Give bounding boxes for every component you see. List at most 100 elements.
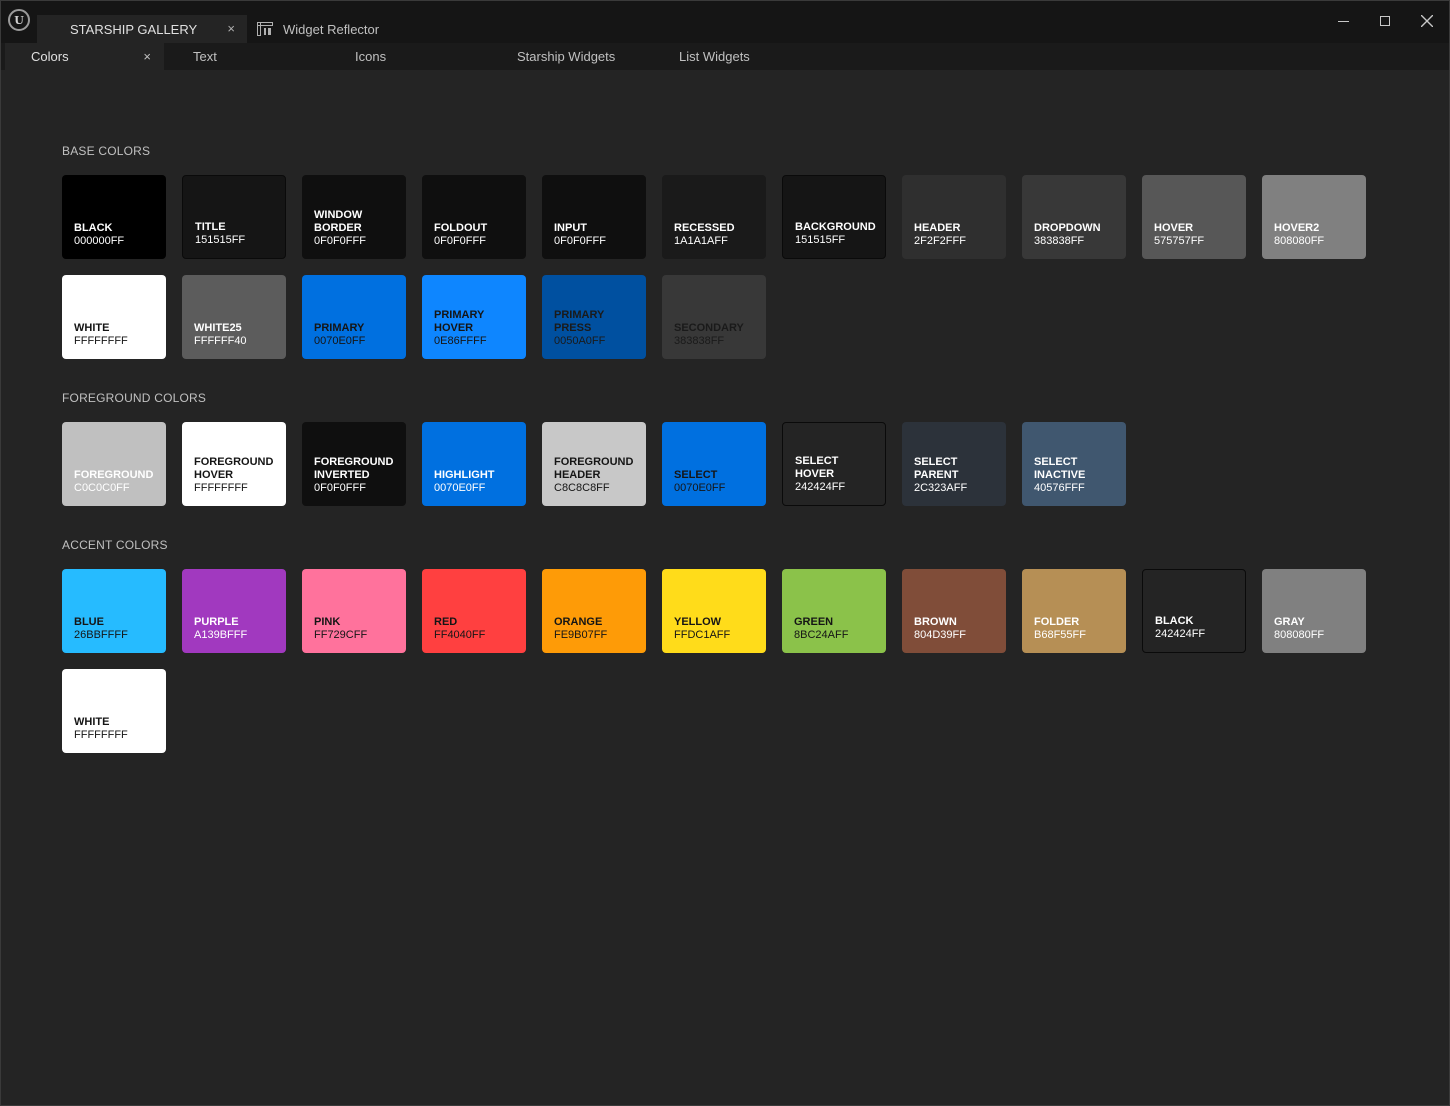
minimize-button[interactable]	[1329, 9, 1357, 33]
swatch-hex: 0070E0FF	[674, 482, 726, 494]
swatch-hex: 40576FFF	[1034, 482, 1085, 494]
swatch-name: PRIMARY	[314, 322, 365, 334]
swatch-name: SELECT INACTIVE	[1034, 456, 1086, 481]
swatch-name: DROPDOWN	[1034, 222, 1101, 234]
color-swatch: SELECT INACTIVE 40576FFF	[1022, 422, 1126, 506]
swatch-label: PRIMARY PRESS 0050A0FF	[554, 309, 605, 348]
swatch-name: BROWN	[914, 616, 957, 628]
swatch-label: BROWN 804D39FF	[914, 616, 966, 642]
swatch-hex: 2C323AFF	[914, 482, 968, 494]
subtab-label: Colors	[31, 49, 69, 64]
swatch-name: GREEN	[794, 616, 834, 628]
swatch-label: SECONDARY 383838FF	[674, 322, 744, 348]
color-swatch: BROWN 804D39FF	[902, 569, 1006, 653]
color-swatch: WHITE FFFFFFFF	[62, 669, 166, 753]
swatch-hex: 151515FF	[195, 234, 246, 246]
swatch-label: PURPLE A139BFFF	[194, 616, 247, 642]
subtab-starship-widgets[interactable]: Starship Widgets	[517, 43, 615, 70]
swatch-hex: 0F0F0FFF	[434, 235, 486, 247]
close-icon	[1421, 15, 1433, 27]
swatch-name: SELECT PARENT	[914, 456, 959, 481]
swatch-label: YELLOW FFDC1AFF	[674, 616, 730, 642]
title-bar: U STARSHIP GALLERY × Widget Reflector	[1, 1, 1449, 43]
swatch-label: HEADER 2F2F2FFF	[914, 222, 966, 248]
swatch-name: ORANGE	[554, 616, 603, 628]
unreal-logo-icon[interactable]: U	[8, 9, 30, 31]
color-swatch: SELECT HOVER 242424FF	[782, 422, 886, 506]
swatch-label: FOREGROUND INVERTED 0F0F0FFF	[314, 456, 393, 495]
swatch-hex: 8BC24AFF	[794, 629, 849, 641]
subtab-colors[interactable]: Colors ×	[5, 43, 164, 70]
swatch-hex: 0070E0FF	[314, 335, 366, 347]
swatch-name: BLACK	[74, 222, 113, 234]
color-swatch: HIGHLIGHT 0070E0FF	[422, 422, 526, 506]
swatch-name: INPUT	[554, 222, 587, 234]
swatch-name: TITLE	[195, 221, 226, 233]
close-tab-icon[interactable]: ×	[227, 21, 235, 36]
minimize-icon	[1337, 20, 1349, 22]
swatch-name: GRAY	[1274, 616, 1305, 628]
swatch-name: WINDOW BORDER	[314, 209, 363, 234]
maximize-icon	[1380, 16, 1390, 26]
tab-widget-reflector[interactable]: Widget Reflector	[255, 15, 435, 43]
swatch-label: HIGHLIGHT 0070E0FF	[434, 469, 495, 495]
swatch-label: TITLE 151515FF	[195, 221, 245, 247]
swatch-hex: 804D39FF	[914, 629, 966, 641]
swatch-label: SELECT 0070E0FF	[674, 469, 725, 495]
swatch-name: RED	[434, 616, 458, 628]
swatch-label: GRAY 808080FF	[1274, 616, 1324, 642]
swatch-label: BACKGROUND 151515FF	[795, 221, 876, 247]
swatch-hex: FFFFFFFF	[194, 482, 248, 494]
color-swatch: HOVER2 808080FF	[1262, 175, 1366, 259]
swatch-label: PRIMARY HOVER 0E86FFFF	[434, 309, 487, 348]
swatch-hex: 151515FF	[795, 234, 846, 246]
swatch-label: RED FF4040FF	[434, 616, 485, 642]
swatch-label: WINDOW BORDER 0F0F0FFF	[314, 209, 366, 248]
close-subtab-icon[interactable]: ×	[143, 49, 151, 64]
swatch-hex: 383838FF	[1034, 235, 1085, 247]
swatch-label: BLUE 26BBFFFF	[74, 616, 128, 642]
swatch-name: HIGHLIGHT	[434, 469, 495, 481]
swatch-name: FOREGROUND HEADER	[554, 456, 634, 481]
section-title-accent-colors: ACCENT COLORS	[62, 538, 168, 552]
section-title-foreground-colors: FOREGROUND COLORS	[62, 391, 207, 405]
swatch-hex: 1A1A1AFF	[674, 235, 728, 247]
swatch-hex: FFFFFFFF	[74, 729, 128, 741]
swatch-hex: 0E86FFFF	[434, 335, 487, 347]
color-swatch: FOLDOUT 0F0F0FFF	[422, 175, 526, 259]
subtab-text[interactable]: Text	[193, 43, 217, 70]
color-swatch: FOREGROUND HEADER C8C8C8FF	[542, 422, 646, 506]
color-swatch: PRIMARY PRESS 0050A0FF	[542, 275, 646, 359]
swatch-label: ORANGE FE9B07FF	[554, 616, 607, 642]
swatch-hex: 808080FF	[1274, 629, 1325, 641]
color-swatch: PRIMARY 0070E0FF	[302, 275, 406, 359]
swatch-name: HOVER	[1154, 222, 1194, 234]
swatch-label: FOLDOUT 0F0F0FFF	[434, 222, 487, 248]
swatch-name: FOLDER	[1034, 616, 1080, 628]
swatch-name: SELECT	[674, 469, 718, 481]
swatch-label: PINK FF729CFF	[314, 616, 367, 642]
color-swatch: RECESSED 1A1A1AFF	[662, 175, 766, 259]
color-swatch: YELLOW FFDC1AFF	[662, 569, 766, 653]
subtab-list-widgets[interactable]: List Widgets	[679, 43, 750, 70]
swatch-hex: C0C0C0FF	[74, 482, 130, 494]
swatch-name: SECONDARY	[674, 322, 744, 334]
color-swatch: RED FF4040FF	[422, 569, 526, 653]
swatch-hex: B68F55FF	[1034, 629, 1086, 641]
tab-starship-gallery[interactable]: STARSHIP GALLERY ×	[37, 15, 247, 43]
swatch-label: PRIMARY 0070E0FF	[314, 322, 365, 348]
maximize-button[interactable]	[1371, 9, 1399, 33]
swatch-label: GREEN 8BC24AFF	[794, 616, 848, 642]
swatch-hex: 000000FF	[74, 235, 125, 247]
swatch-name: BLUE	[74, 616, 104, 628]
swatch-label: FOREGROUND HOVER FFFFFFFF	[194, 456, 273, 495]
tab-label: Widget Reflector	[283, 21, 380, 37]
subtab-icons[interactable]: Icons	[355, 43, 386, 70]
close-window-button[interactable]	[1413, 9, 1441, 33]
color-swatch: FOREGROUND HOVER FFFFFFFF	[182, 422, 286, 506]
swatch-hex: FFFFFF40	[194, 335, 247, 347]
swatch-label: RECESSED 1A1A1AFF	[674, 222, 735, 248]
color-swatch: GREEN 8BC24AFF	[782, 569, 886, 653]
swatch-label: BLACK 242424FF	[1155, 615, 1205, 641]
swatch-hex: 575757FF	[1154, 235, 1205, 247]
